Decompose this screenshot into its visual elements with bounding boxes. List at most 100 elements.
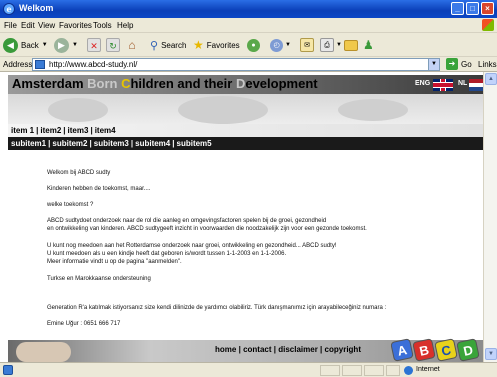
back-label: Back [21, 40, 39, 50]
folder-button[interactable] [344, 36, 358, 54]
footer-separator: | [320, 345, 323, 354]
media-button[interactable]: ● [247, 36, 260, 54]
ie-icon: e [3, 3, 15, 15]
site-title-part: Born [87, 76, 122, 91]
content-line: Emine Uğur : 0651 666 717 [47, 321, 121, 327]
footer-links: home | contact | disclaimer | copyright [215, 345, 361, 354]
header-photo [8, 94, 483, 124]
refresh-button[interactable]: ↻ [106, 36, 120, 54]
menu-edit[interactable]: Edit [21, 21, 35, 30]
menu-favorites[interactable]: Favorites [59, 21, 92, 30]
favorites-label: Favorites [206, 40, 240, 50]
address-dropdown-icon[interactable]: ▼ [428, 59, 439, 70]
page-status-icon [3, 365, 13, 375]
uk-flag-icon[interactable] [433, 79, 453, 91]
window-title: Welkom [19, 3, 54, 13]
history-dropdown-icon: ▼ [285, 42, 291, 48]
logo-block-a: A [390, 338, 414, 362]
menu-view[interactable]: View [38, 21, 55, 30]
status-cell [342, 365, 362, 376]
favorites-button[interactable]: ★ Favorites [193, 36, 240, 54]
nav-separator: | [89, 139, 92, 148]
nav-item-1[interactable]: item 1 [11, 126, 34, 135]
maximize-button[interactable]: □ [466, 2, 479, 15]
footer-copyright-link[interactable]: copyright [325, 345, 361, 354]
site-title: Amsterdam Born Children and their Develo… [12, 76, 318, 91]
forward-button[interactable]: ▶ ▼ [54, 36, 78, 54]
nav-separator: | [90, 126, 93, 135]
content-line: U kunt meedoen als u een kindje heeft da… [47, 251, 287, 257]
status-cell [386, 365, 400, 376]
messenger-button[interactable]: ♟ [363, 36, 374, 54]
print-icon: ⎙ [320, 38, 334, 52]
menu-bar: File Edit View Favorites Tools Help [0, 18, 497, 33]
minimize-button[interactable]: _ [451, 2, 464, 15]
subnav-item-5[interactable]: subitem5 [177, 139, 212, 148]
stop-button[interactable]: ✕ [87, 36, 101, 54]
content-line: en ontwikkeling van kinderen. ABCD sudty… [47, 226, 367, 232]
search-button[interactable]: ⚲ Search [150, 36, 186, 54]
site-title-part: D [235, 76, 246, 91]
lang-eng-link[interactable]: ENG [415, 80, 430, 87]
menu-help[interactable]: Help [117, 21, 133, 30]
nl-flag-icon[interactable] [469, 79, 483, 91]
print-button[interactable]: ⎙ ▼ [320, 36, 342, 54]
footer-contact-link[interactable]: contact [243, 345, 271, 354]
vertical-scrollbar[interactable]: ▲ ▼ [483, 72, 497, 362]
site-title-part: Amsterdam [12, 76, 88, 91]
messenger-icon: ♟ [363, 38, 374, 52]
nav-separator: | [36, 126, 39, 135]
search-label: Search [161, 40, 187, 50]
subnav-item-4[interactable]: subitem4 [135, 139, 170, 148]
photo-shape [178, 96, 268, 124]
footer-disclaimer-link[interactable]: disclaimer [278, 345, 318, 354]
content-line: Meer informatie vindt u op de pagina "aa… [47, 259, 182, 265]
nav-item-4[interactable]: item4 [95, 126, 116, 135]
search-icon: ⚲ [150, 39, 159, 52]
footer-separator: | [238, 345, 241, 354]
home-button[interactable]: ⌂ [125, 36, 139, 54]
history-button[interactable]: ◴ ▼ [270, 36, 291, 54]
site-title-part: evelopment [245, 76, 318, 91]
mail-button[interactable]: ✉ [300, 36, 314, 54]
address-label: Address [3, 60, 33, 69]
content-line: ABCD sudtydoet onderzoek naar de rol die… [47, 218, 327, 224]
go-arrow-icon[interactable]: ➜ [446, 58, 458, 70]
web-page: Amsterdam Born Children and their Develo… [0, 72, 483, 362]
nav-separator: | [48, 139, 51, 148]
close-button[interactable]: × [481, 2, 494, 15]
windows-logo-icon [482, 19, 494, 31]
photo-shape [338, 99, 408, 121]
go-button[interactable]: Go [461, 60, 472, 69]
subnav-item-1[interactable]: subitem1 [11, 139, 46, 148]
site-banner: Amsterdam Born Children and their Develo… [8, 75, 483, 94]
nav-item-3[interactable]: item3 [68, 126, 89, 135]
logo-block-c: C [434, 338, 458, 362]
footer-photo [16, 342, 71, 362]
favorites-star-icon: ★ [193, 38, 204, 52]
back-dropdown-icon: ▼ [41, 42, 48, 48]
footer-separator: | [273, 345, 276, 354]
scroll-down-icon[interactable]: ▼ [485, 348, 497, 360]
page-icon [35, 60, 45, 69]
nav-item-2[interactable]: item2 [40, 126, 61, 135]
back-button[interactable]: ◀ Back ▼ [3, 36, 48, 54]
menu-tools[interactable]: Tools [93, 21, 112, 30]
links-button[interactable]: Links [478, 60, 497, 69]
content-line: Kinderen hebben de toekomst, maar.... [47, 186, 151, 192]
status-cell [320, 365, 340, 376]
lang-nl-link[interactable]: NL [458, 80, 467, 87]
scroll-up-icon[interactable]: ▲ [485, 73, 497, 85]
footer-home-link[interactable]: home [215, 345, 236, 354]
home-icon: ⌂ [128, 38, 136, 52]
address-input[interactable]: http://www.abcd-study.nl/ ▼ [32, 58, 440, 71]
subnav-item-3[interactable]: subitem3 [94, 139, 129, 148]
menu-file[interactable]: File [4, 21, 17, 30]
nav-separator: | [130, 139, 134, 148]
logo-block-b: B [412, 338, 436, 362]
subnav-item-2[interactable]: subitem2 [52, 139, 87, 148]
sub-nav: subitem1 | subitem2 | subitem3 | subitem4 | subi… [8, 137, 483, 150]
address-bar: Address http://www.abcd-study.nl/ ▼ ➜ Go… [0, 57, 497, 72]
print-dropdown-icon: ▼ [336, 42, 342, 48]
nav-separator: | [63, 126, 66, 135]
